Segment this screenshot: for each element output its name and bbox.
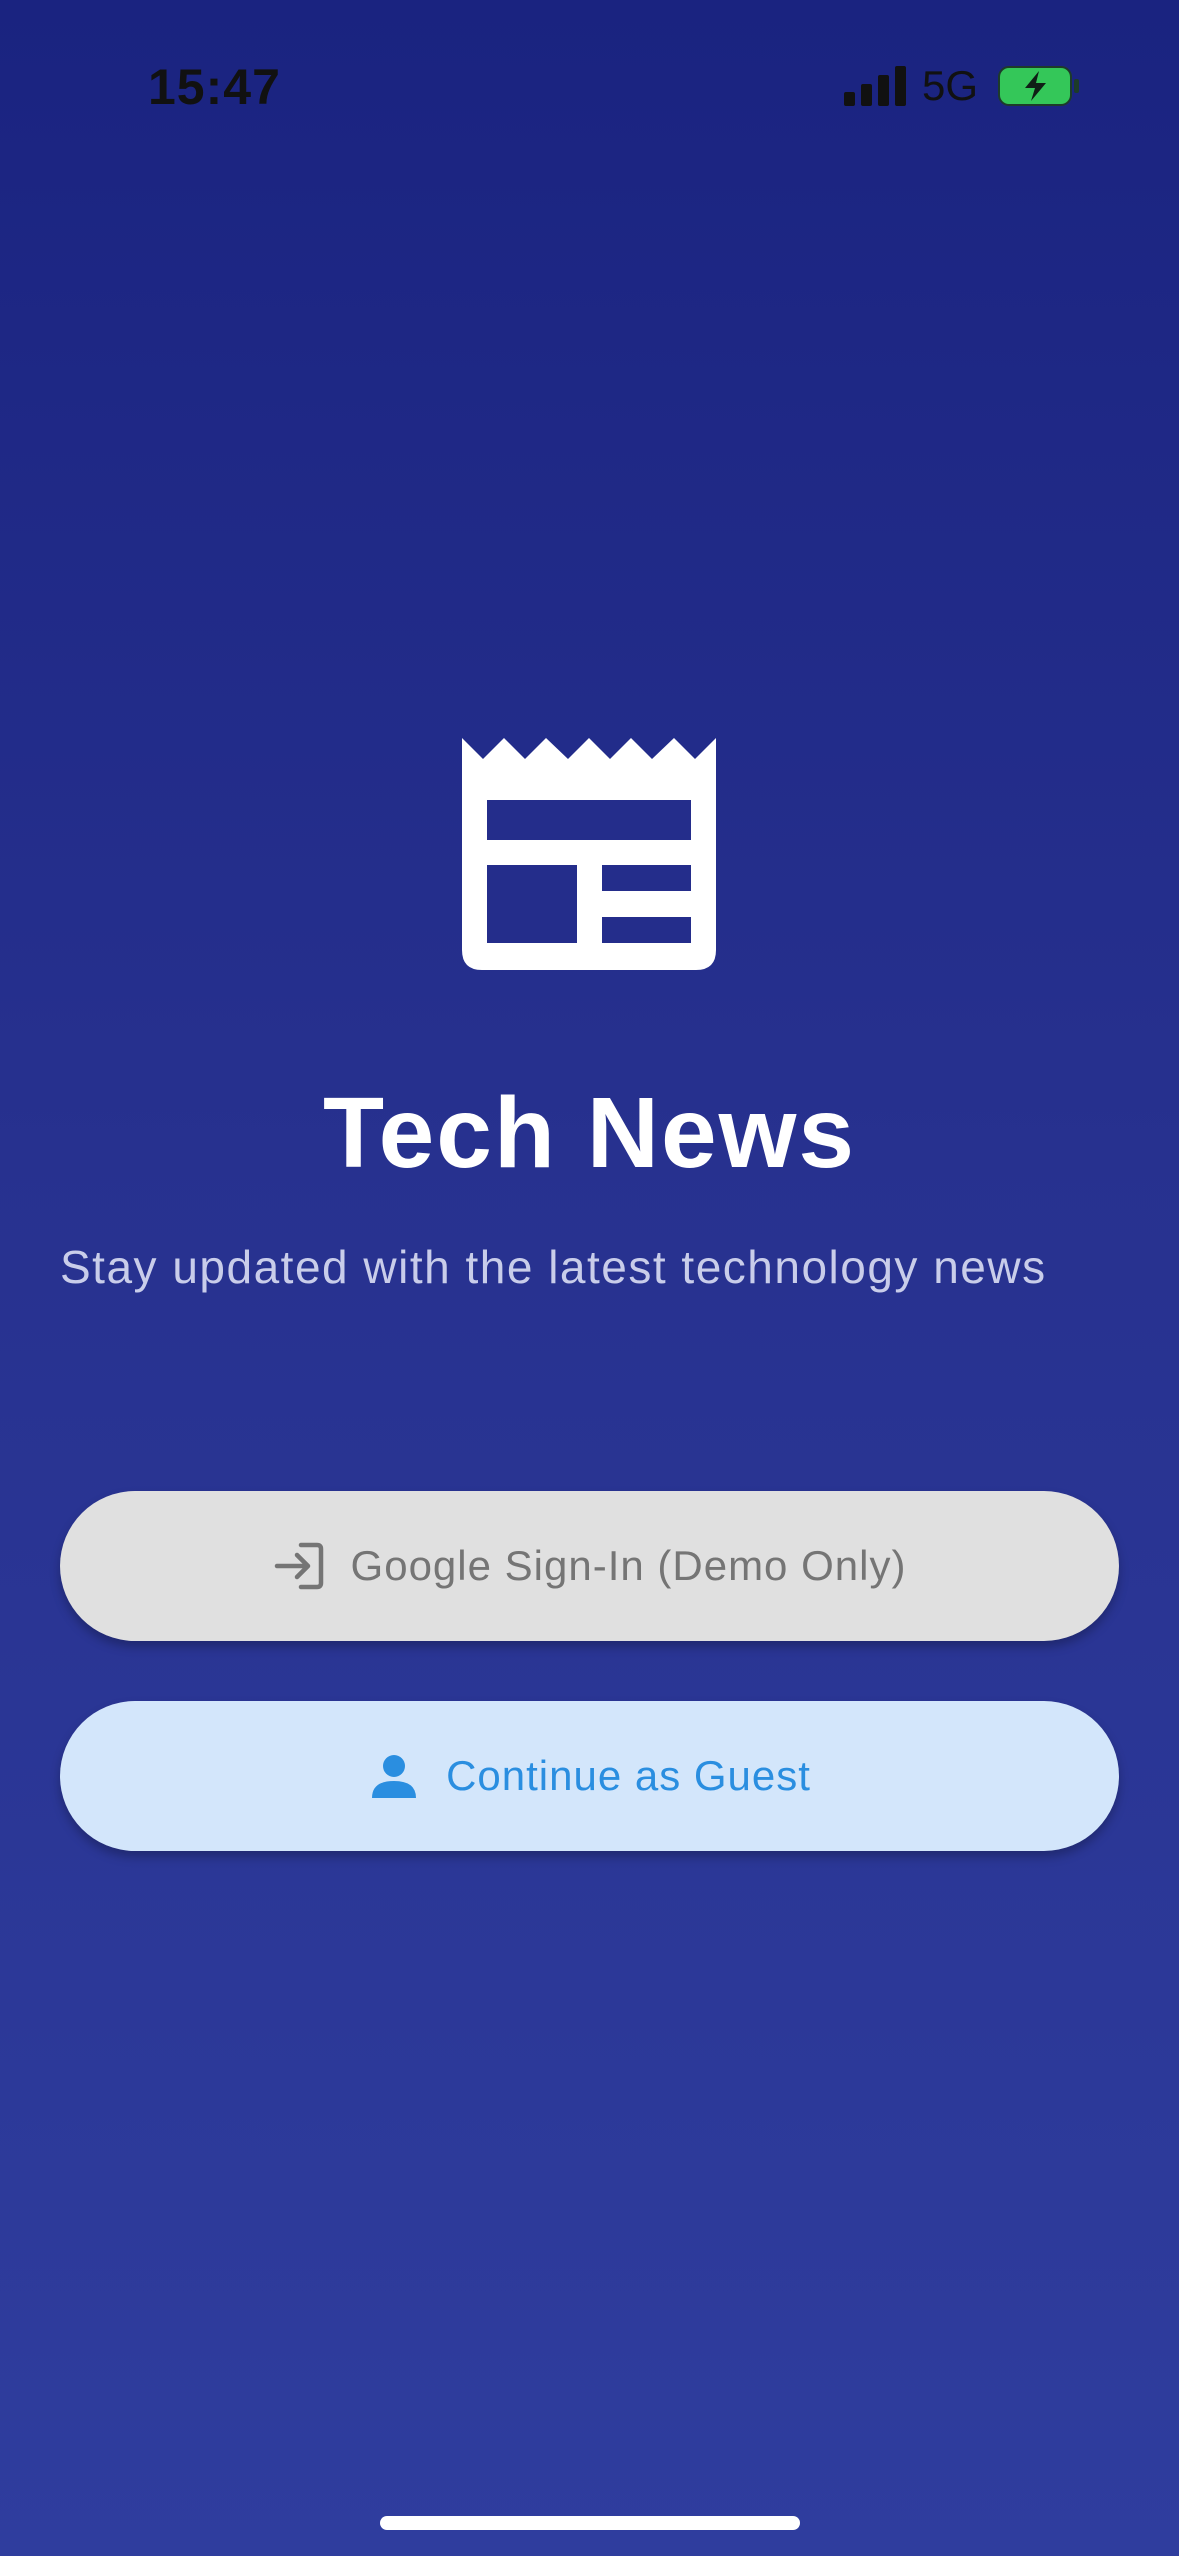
newspaper-icon [462,738,716,970]
google-signin-label: Google Sign-In (Demo Only) [350,1542,907,1589]
battery-charging-icon [998,66,1079,106]
network-type-label: 5G [922,62,979,109]
home-indicator[interactable] [380,2516,800,2530]
login-icon [274,1542,323,1590]
status-time: 15:47 [148,59,281,115]
continue-as-guest-button[interactable]: Continue as Guest [60,1701,1119,1851]
app-subtitle: Stay updated with the latest technology … [60,1241,1047,1293]
signal-bars-icon [844,66,906,106]
app-title: Tech News [323,1077,856,1189]
status-bar: 15:47 5G [0,0,1179,170]
continue-as-guest-label: Continue as Guest [446,1752,811,1799]
google-signin-button[interactable]: Google Sign-In (Demo Only) [60,1491,1119,1641]
person-icon [372,1755,417,1798]
